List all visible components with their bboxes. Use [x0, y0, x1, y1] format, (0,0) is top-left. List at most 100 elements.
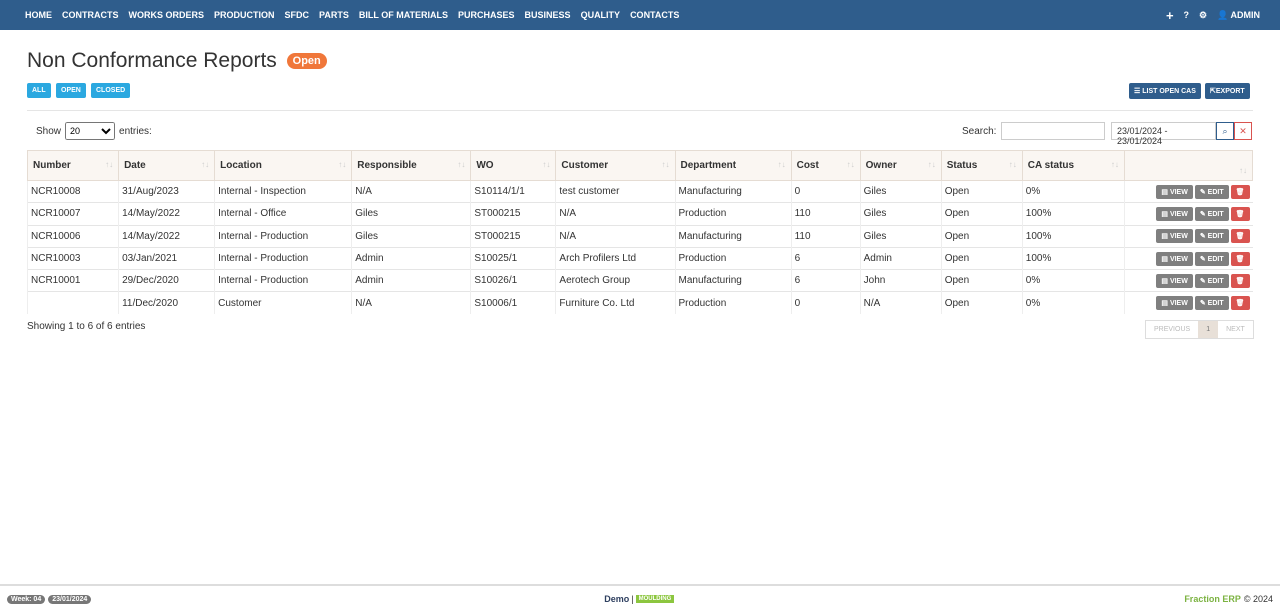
nav-business[interactable]: BUSINESS: [525, 10, 571, 20]
column-header[interactable]: Owner ↑↓: [859, 150, 942, 181]
cell-date: 11/Dec/2020: [118, 291, 215, 315]
cell-ca-status: 0%: [1021, 179, 1125, 203]
file-icon: ▤: [1161, 255, 1168, 263]
view-button[interactable]: ▤ VIEW: [1156, 251, 1193, 266]
header-label: Location: [220, 160, 262, 171]
sort-icon[interactable]: ↑↓: [105, 160, 113, 169]
cell-customer: Furniture Co. Ltd: [555, 291, 675, 315]
sort-icon[interactable]: ↑↓: [847, 160, 855, 169]
delete-button[interactable]: 🗑: [1230, 184, 1250, 199]
edit-button[interactable]: ✎ EDIT: [1194, 296, 1229, 311]
previous-button[interactable]: PREVIOUS: [1146, 321, 1198, 338]
nav-home[interactable]: HOME: [25, 10, 52, 20]
nav-works-orders[interactable]: WORKS ORDERS: [129, 10, 205, 20]
cell-cost: 6: [790, 269, 861, 292]
date-clear-button[interactable]: ✕: [1234, 122, 1252, 140]
sort-icon[interactable]: ↑↓: [457, 160, 465, 169]
date-search-button[interactable]: ⌕: [1216, 122, 1234, 140]
edit-button[interactable]: ✎ EDIT: [1194, 251, 1229, 266]
sort-icon[interactable]: ↑↓: [201, 160, 209, 169]
sort-icon[interactable]: ↑↓: [542, 160, 550, 169]
user-menu[interactable]: 👤 ADMIN: [1217, 10, 1260, 21]
cell-customer: N/A: [555, 224, 675, 248]
trash-icon: 🗑: [1235, 233, 1245, 241]
page-1-button[interactable]: 1: [1198, 321, 1219, 338]
list-open-cas-button[interactable]: ☰ LIST OPEN CAS: [1129, 83, 1201, 99]
list-icon: ☰: [1134, 88, 1141, 95]
cell-ca-status: 100%: [1021, 224, 1125, 248]
column-header[interactable]: Department ↑↓: [674, 150, 792, 181]
delete-button[interactable]: 🗑: [1230, 296, 1250, 311]
sort-icon[interactable]: ↑↓: [1009, 160, 1017, 169]
nav-sfdc[interactable]: SFDC: [285, 10, 310, 20]
column-header[interactable]: Customer ↑↓: [555, 150, 676, 181]
sort-icon[interactable]: ↑↓: [1239, 166, 1247, 175]
view-button[interactable]: ▤ VIEW: [1156, 296, 1193, 311]
help-icon[interactable]: ?: [1184, 10, 1190, 20]
nav-purchases[interactable]: PURCHASES: [458, 10, 515, 20]
column-header[interactable]: CA status ↑↓: [1021, 150, 1125, 181]
date-range-input[interactable]: 23/01/2024 - 23/01/2024: [1111, 122, 1216, 146]
cell-number: [26, 291, 119, 315]
nav-bill-of-materials[interactable]: BILL OF MATERIALS: [359, 10, 448, 20]
column-header[interactable]: ↑↓: [1123, 150, 1254, 181]
column-header[interactable]: Number ↑↓: [26, 150, 120, 181]
sort-icon[interactable]: ↑↓: [1111, 160, 1119, 169]
nav-production[interactable]: PRODUCTION: [214, 10, 275, 20]
entries-select[interactable]: 20: [65, 122, 116, 140]
table-row: 11/Dec/2020 Customer N/A S10006/1 Furniture …: [26, 291, 1253, 315]
date-filter: 23/01/2024 - 23/01/2024 ⌕ ✕: [1111, 122, 1252, 146]
delete-button[interactable]: 🗑: [1230, 206, 1250, 221]
edit-button[interactable]: ✎ EDIT: [1194, 229, 1229, 244]
next-button[interactable]: NEXT: [1218, 321, 1253, 338]
edit-button[interactable]: ✎ EDIT: [1194, 184, 1229, 199]
delete-button[interactable]: 🗑: [1230, 229, 1250, 244]
cell-owner: N/A: [859, 291, 942, 315]
view-button[interactable]: ▤ VIEW: [1156, 206, 1193, 221]
nav-parts[interactable]: PARTS: [319, 10, 349, 20]
export-button[interactable]: ⇱EXPORT: [1205, 83, 1250, 99]
cell-cost: 110: [790, 224, 861, 248]
view-button[interactable]: ▤ VIEW: [1156, 273, 1193, 288]
filter-all-button[interactable]: ALL: [27, 83, 51, 98]
search-input[interactable]: [1001, 122, 1106, 140]
sort-icon[interactable]: ↑↓: [778, 160, 786, 169]
nav-quality[interactable]: QUALITY: [581, 10, 621, 20]
trash-icon: 🗑: [1235, 277, 1245, 285]
column-header[interactable]: Responsible ↑↓: [351, 150, 472, 181]
header-label: Cost: [796, 160, 819, 171]
gear-icon[interactable]: ⚙: [1199, 10, 1207, 21]
cell-status: Open: [940, 246, 1023, 270]
page-title: Non Conformance Reports Open: [27, 49, 327, 73]
add-icon[interactable]: +: [1166, 8, 1174, 23]
filter-closed-button[interactable]: CLOSED: [91, 83, 131, 98]
edit-button[interactable]: ✎ EDIT: [1194, 273, 1229, 288]
sort-icon[interactable]: ↑↓: [662, 160, 670, 169]
sort-icon[interactable]: ↑↓: [928, 160, 936, 169]
column-header[interactable]: Date ↑↓: [118, 150, 216, 181]
edit-button[interactable]: ✎ EDIT: [1194, 206, 1229, 221]
nav-contracts[interactable]: CONTRACTS: [62, 10, 119, 20]
cell-wo: ST000215: [470, 202, 556, 226]
header-label: Owner: [865, 160, 897, 171]
edit-icon: ✎: [1199, 233, 1206, 241]
table-row: NCR10001 29/Dec/2020 Internal - Production…: [26, 269, 1253, 292]
view-button[interactable]: ▤ VIEW: [1156, 184, 1193, 199]
column-header[interactable]: WO ↑↓: [470, 150, 557, 181]
cell-number: NCR10003: [26, 246, 119, 270]
filter-open-button[interactable]: OPEN: [56, 83, 86, 98]
brand: Fraction ERP: [1184, 594, 1241, 604]
edit-icon: ✎: [1199, 277, 1206, 285]
sort-icon[interactable]: ↑↓: [338, 160, 346, 169]
delete-button[interactable]: 🗑: [1230, 251, 1250, 266]
file-icon: ▤: [1161, 277, 1168, 285]
nav-contacts[interactable]: CONTACTS: [630, 10, 679, 20]
cell-department: Production: [674, 246, 792, 270]
separator: |: [631, 594, 634, 604]
view-button[interactable]: ▤ VIEW: [1156, 229, 1193, 244]
delete-button[interactable]: 🗑: [1230, 273, 1250, 288]
column-header[interactable]: Cost ↑↓: [790, 150, 861, 181]
column-header[interactable]: Status ↑↓: [940, 150, 1023, 181]
column-header[interactable]: Location ↑↓: [214, 150, 353, 181]
cell-number: NCR10008: [26, 179, 119, 203]
